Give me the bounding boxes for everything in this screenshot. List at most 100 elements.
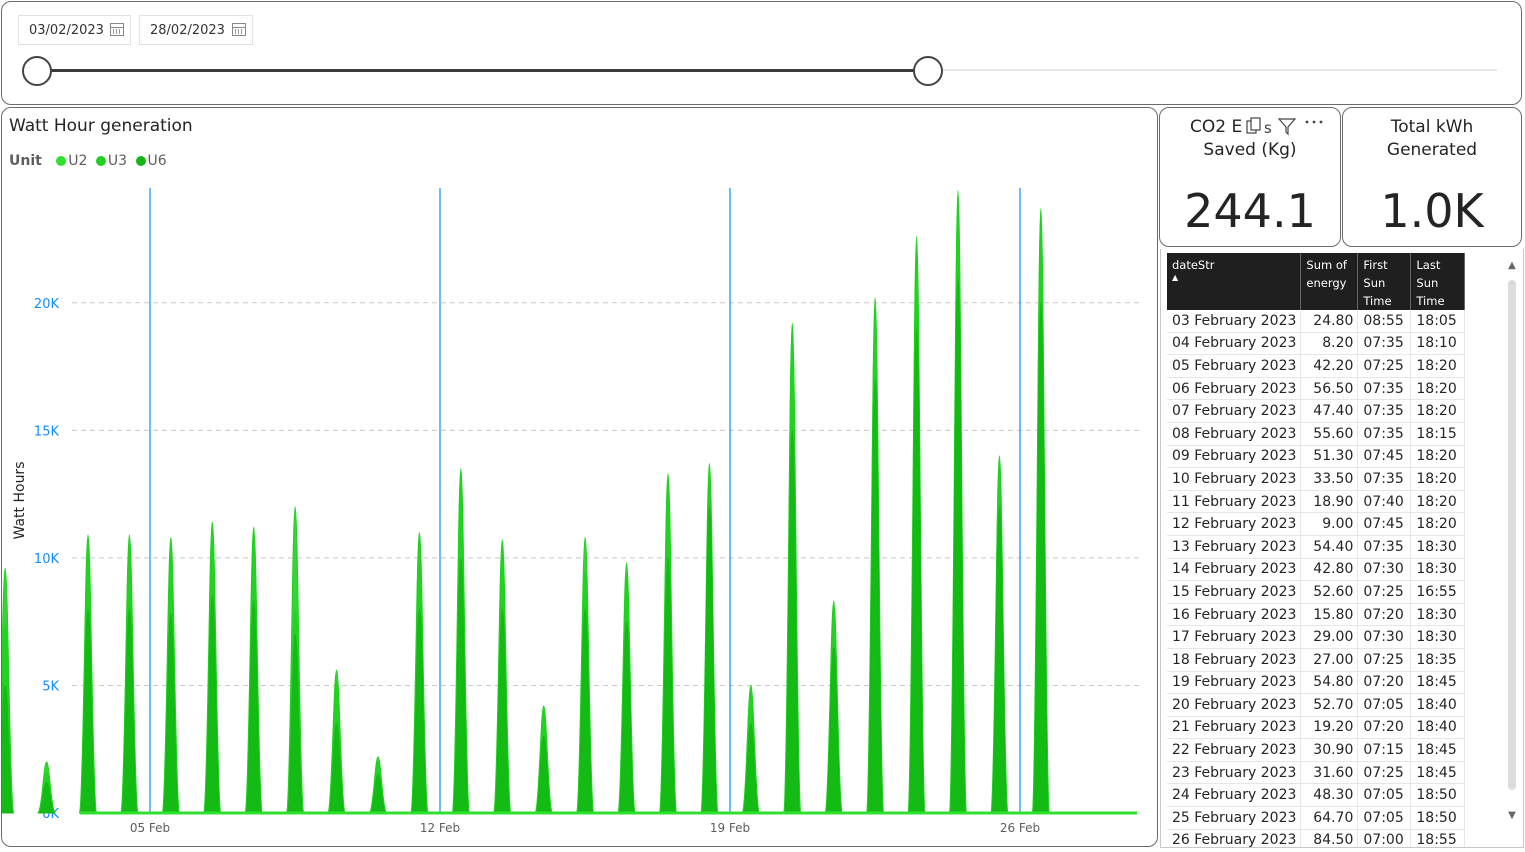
cell-energy: 18.90 [1300, 490, 1359, 514]
legend-item-u3[interactable]: U3 [108, 153, 127, 169]
table-row[interactable]: 16 February 2023 15.80 07:20 18:30 [1167, 603, 1466, 627]
total-kwh-card[interactable]: Total kWh Generated 1.0K [1342, 107, 1522, 247]
table-row[interactable]: 26 February 2023 84.50 07:00 18:55 [1167, 829, 1466, 847]
table-row[interactable]: 18 February 2023 27.00 07:25 18:35 [1167, 648, 1466, 672]
legend-title: Unit [9, 153, 42, 169]
series-u6-area [79, 608, 97, 814]
cell-energy: 42.20 [1300, 354, 1359, 378]
cell-first-sun: 07:05 [1357, 783, 1412, 808]
co2-saved-card[interactable]: CO2 E Saved (Kg) s 244.1 [1159, 107, 1341, 247]
table-row[interactable]: 08 February 2023 55.60 07:35 18:15 [1167, 422, 1466, 446]
cell-last-sun: 18:45 [1410, 761, 1466, 785]
col-header-datestr[interactable]: dateStr ▲ [1167, 253, 1302, 310]
table-row[interactable]: 21 February 2023 19.20 07:20 18:40 [1167, 716, 1466, 740]
table-row[interactable]: 20 February 2023 52.70 07:05 18:40 [1167, 693, 1466, 717]
x-tick-label: 05 Feb [130, 821, 170, 835]
table-row[interactable]: 24 February 2023 48.30 07:05 18:50 [1167, 783, 1466, 808]
cell-energy: 84.50 [1300, 829, 1359, 847]
table-row[interactable]: 03 February 2023 24.80 08:55 18:05 [1167, 310, 1466, 333]
cell-energy: 47.40 [1300, 399, 1359, 423]
slider-start-handle[interactable] [22, 56, 52, 86]
cell-date: 26 February 2023 [1167, 829, 1302, 847]
col-header-first-sun[interactable]: First Sun Time [1357, 253, 1412, 310]
cell-date: 21 February 2023 [1167, 716, 1302, 740]
series-u6-area [618, 621, 636, 814]
series-u6-area [120, 608, 138, 814]
cell-last-sun: 18:20 [1410, 445, 1466, 469]
series-u6-area [990, 506, 1008, 814]
table-row[interactable]: 04 February 2023 8.20 07:35 18:10 [1167, 332, 1466, 356]
table-row[interactable]: 19 February 2023 54.80 07:20 18:45 [1167, 671, 1466, 695]
table-row[interactable]: 14 February 2023 42.80 07:30 18:30 [1167, 558, 1466, 582]
cell-first-sun: 07:35 [1357, 467, 1412, 491]
kwh-label-line2: Generated [1386, 140, 1478, 160]
table-row[interactable]: 05 February 2023 42.20 07:25 18:20 [1167, 354, 1466, 378]
table-row[interactable]: 25 February 2023 64.70 07:05 18:50 [1167, 806, 1466, 830]
series-u6-area [245, 600, 263, 814]
cell-last-sun: 18:30 [1410, 535, 1466, 559]
visual-header: s [1244, 116, 1336, 138]
table-row[interactable]: 10 February 2023 33.50 07:35 18:20 [1167, 467, 1466, 491]
cell-first-sun: 07:05 [1357, 806, 1412, 830]
cell-last-sun: 18:30 [1410, 603, 1466, 627]
series-u6-area [949, 276, 967, 814]
cell-energy: 27.00 [1300, 648, 1359, 672]
table-row[interactable]: 23 February 2023 31.60 07:25 18:45 [1167, 761, 1466, 785]
scroll-down-icon[interactable]: ▼ [1506, 810, 1518, 821]
cell-first-sun: 07:35 [1357, 422, 1412, 446]
cell-date: 08 February 2023 [1167, 422, 1302, 446]
cell-last-sun: 18:45 [1410, 671, 1466, 695]
cell-last-sun: 18:50 [1410, 806, 1466, 830]
cell-first-sun: 07:25 [1357, 761, 1412, 785]
x-tick-label: 26 Feb [1000, 821, 1040, 835]
series-u6-area [535, 735, 553, 814]
cell-first-sun: 07:05 [1357, 693, 1412, 717]
table-row[interactable]: 06 February 2023 56.50 07:35 18:20 [1167, 377, 1466, 401]
scrollbar-thumb[interactable] [1508, 280, 1516, 790]
table-row[interactable]: 22 February 2023 30.90 07:15 18:45 [1167, 738, 1466, 762]
cell-first-sun: 07:40 [1357, 490, 1412, 514]
table-scrollbar[interactable]: ▲ ▼ [1506, 258, 1518, 828]
table-row[interactable]: 12 February 2023 9.00 07:45 18:20 [1167, 512, 1466, 536]
cell-first-sun: 07:45 [1357, 445, 1412, 469]
cell-energy: 51.30 [1300, 445, 1359, 469]
cell-date: 17 February 2023 [1167, 625, 1302, 649]
start-date-input[interactable]: 03/02/2023 [18, 15, 131, 45]
cell-energy: 54.40 [1300, 535, 1359, 559]
scroll-up-icon[interactable]: ▲ [1506, 260, 1518, 271]
cell-energy: 55.60 [1300, 422, 1359, 446]
legend-item-u2[interactable]: U2 [68, 153, 87, 169]
cell-first-sun: 07:25 [1357, 354, 1412, 378]
series-u6-area [866, 378, 884, 814]
table-row[interactable]: 15 February 2023 52.60 07:25 16:55 [1167, 580, 1466, 604]
cell-date: 04 February 2023 [1167, 332, 1302, 356]
kwh-label-line1: Total kWh [1390, 117, 1474, 137]
legend-item-u6[interactable]: U6 [148, 153, 167, 169]
slider-end-handle[interactable] [912, 56, 943, 86]
calendar-icon[interactable] [232, 23, 246, 36]
chart-title: Watt Hour generation [9, 116, 193, 136]
cell-first-sun: 07:20 [1357, 716, 1412, 740]
more-options-icon[interactable] [1301, 116, 1329, 136]
table-row[interactable]: 09 February 2023 51.30 07:45 18:20 [1167, 445, 1466, 469]
col-header-sum-energy[interactable]: Sum of energy [1300, 253, 1359, 310]
table-row[interactable]: 13 February 2023 54.40 07:35 18:30 [1167, 535, 1466, 559]
cell-energy: 54.80 [1300, 671, 1359, 695]
legend-dot-u3 [95, 156, 106, 166]
cell-last-sun: 18:20 [1410, 377, 1466, 401]
col-header-last-sun[interactable]: Last Sun Time [1410, 253, 1466, 310]
co2-label-line2: Saved (Kg) [1203, 140, 1297, 160]
filter-icon[interactable] [1277, 116, 1297, 136]
cell-first-sun: 07:45 [1357, 512, 1412, 536]
end-date-input[interactable]: 28/02/2023 [139, 15, 253, 45]
table-row[interactable]: 11 February 2023 18.90 07:40 18:20 [1167, 490, 1466, 514]
table-row[interactable]: 17 February 2023 29.00 07:30 18:30 [1167, 625, 1466, 649]
table-row[interactable]: 07 February 2023 47.40 07:35 18:20 [1167, 399, 1466, 423]
watt-hour-chart-visual: 0K 5K 10K 15K 20K Watt Hours 05 Feb 12 Feb 19 Fe… [1, 107, 1158, 847]
series-u6-area [783, 429, 801, 814]
cell-last-sun: 18:10 [1410, 332, 1466, 356]
calendar-icon[interactable] [110, 23, 124, 36]
daily-energy-table: dateStr ▲ Sum of energy First Sun Time L… [1167, 253, 1466, 847]
copy-icon[interactable] [1244, 116, 1264, 136]
cell-energy: 29.00 [1300, 625, 1359, 649]
